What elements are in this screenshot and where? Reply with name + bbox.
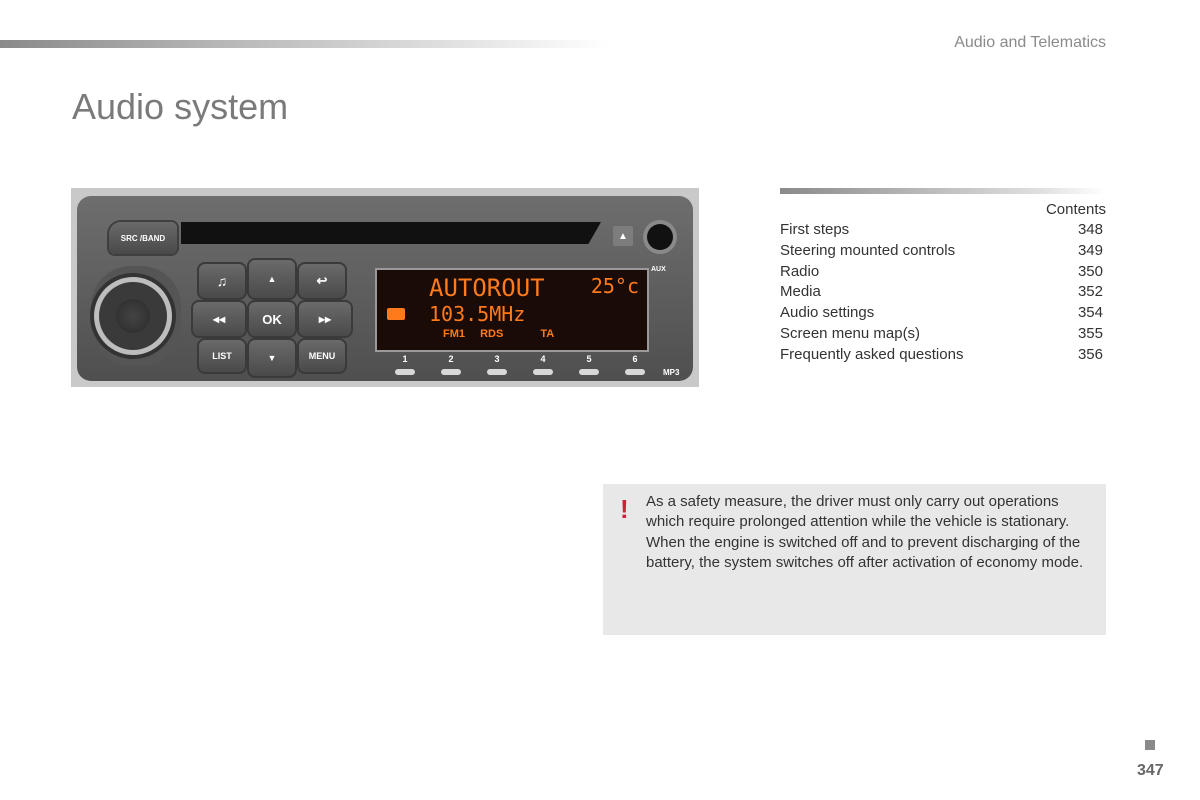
display-indicators: FM1 RDS TA xyxy=(443,328,566,340)
ok-label: OK xyxy=(262,311,282,327)
contents-item-label: First steps xyxy=(780,221,850,238)
preset-6: 6 xyxy=(612,354,658,375)
mp3-label: MP3 xyxy=(663,368,680,377)
contents-item-page: 355 xyxy=(1077,324,1103,342)
contents-item-label: Radio xyxy=(780,262,820,280)
cd-slot xyxy=(181,222,601,244)
preset-key xyxy=(533,369,553,375)
preset-1: 1 xyxy=(382,354,428,375)
contents-item-page: 349 xyxy=(1077,241,1103,259)
rewind-icon: ◀◀ xyxy=(212,314,226,324)
contents-item-page: 348 xyxy=(1077,221,1103,238)
indicator-ta: TA xyxy=(540,328,555,340)
page-number: 347 xyxy=(1137,762,1164,779)
contents-list: First steps 348 Steering mounted controls… xyxy=(780,220,1103,366)
aux-label: AUX xyxy=(651,266,666,273)
contents-item[interactable]: Steering mounted controls 349 xyxy=(780,241,1103,262)
contents-item-label: Frequently asked questions xyxy=(780,345,964,363)
forward-icon: ▶▶ xyxy=(318,314,332,324)
preset-key xyxy=(487,369,507,375)
up-button: ▲ xyxy=(247,258,297,300)
arrow-down-icon: ▼ xyxy=(267,353,277,363)
indicator-rds: RDS xyxy=(480,328,504,340)
menu-label: MENU xyxy=(308,351,336,361)
contents-item-label: Media xyxy=(780,283,821,301)
header-gradient-bar xyxy=(0,40,610,48)
preset-3: 3 xyxy=(474,354,520,375)
contents-gradient-bar xyxy=(780,188,1106,194)
contents-item-page: 354 xyxy=(1077,304,1103,322)
contents-item-label: Audio settings xyxy=(780,304,875,322)
preset-key xyxy=(579,369,599,375)
preset-number: 5 xyxy=(586,354,592,364)
contents-item[interactable]: Screen menu map(s) 355 xyxy=(780,324,1103,345)
radio-icon xyxy=(387,308,405,320)
preset-5: 5 xyxy=(566,354,612,375)
safety-warning-box: ! As a safety measure, the driver must o… xyxy=(603,484,1106,635)
warning-text: As a safety measure, the driver must onl… xyxy=(646,493,1084,571)
display-temperature: 25°c xyxy=(590,274,639,298)
warning-exclamation-icon: ! xyxy=(620,494,629,524)
src-band-button: SRC /BAND xyxy=(109,222,177,254)
music-note-icon: ♫ xyxy=(216,273,228,289)
contents-item[interactable]: First steps 348 xyxy=(780,220,1103,241)
preset-key xyxy=(625,369,645,375)
preset-number: 3 xyxy=(494,354,500,364)
radio-faceplate: SRC /BAND ▲ AUX ♫ ▲ ↩ ◀◀ OK ▶▶ LIST ▼ ME… xyxy=(77,196,693,381)
preset-number: 6 xyxy=(632,354,638,364)
forward-button: ▶▶ xyxy=(297,300,353,338)
preset-number: 1 xyxy=(402,354,408,364)
contents-item-label: Screen menu map(s) xyxy=(780,324,921,342)
list-button: LIST xyxy=(197,338,247,374)
rewind-button: ◀◀ xyxy=(191,300,247,338)
page-marker xyxy=(1145,740,1155,750)
music-button: ♫ xyxy=(197,262,247,300)
preset-buttons: 1 2 3 4 5 6 xyxy=(382,354,658,375)
preset-2: 2 xyxy=(428,354,474,375)
section-title: Audio and Telematics xyxy=(954,34,1106,51)
ok-button: OK xyxy=(247,300,297,338)
contents-item[interactable]: Radio 350 xyxy=(780,262,1103,283)
contents-item-page: 350 xyxy=(1077,262,1103,280)
preset-key xyxy=(441,369,461,375)
back-icon: ↩ xyxy=(316,273,328,288)
contents-item-page: 356 xyxy=(1077,345,1103,363)
arrow-up-icon: ▲ xyxy=(267,274,277,284)
preset-number: 4 xyxy=(540,354,546,364)
contents-item[interactable]: Media 352 xyxy=(780,282,1103,303)
radio-display: AUTOROUT 25°c 103.5MHz FM1 RDS TA xyxy=(375,268,649,352)
menu-button: MENU xyxy=(297,338,347,374)
eject-icon: ▲ xyxy=(613,226,633,246)
preset-4: 4 xyxy=(520,354,566,375)
contents-item-page: 352 xyxy=(1077,283,1103,301)
back-button: ↩ xyxy=(297,262,347,300)
contents-heading: Contents xyxy=(1045,201,1106,218)
radio-illustration: SRC /BAND ▲ AUX ♫ ▲ ↩ ◀◀ OK ▶▶ LIST ▼ ME… xyxy=(71,188,699,387)
indicator-fm1: FM1 xyxy=(443,328,465,340)
down-button: ▼ xyxy=(247,338,297,378)
display-frequency: 103.5MHz xyxy=(429,302,526,326)
preset-number: 2 xyxy=(448,354,454,364)
list-label: LIST xyxy=(212,351,232,361)
aux-jack xyxy=(647,224,673,250)
page-title: Audio system xyxy=(72,86,289,127)
contents-item[interactable]: Frequently asked questions 356 xyxy=(780,345,1103,366)
volume-knob-center xyxy=(116,299,150,333)
preset-key xyxy=(395,369,415,375)
display-station-name: AUTOROUT xyxy=(429,274,545,302)
contents-item-label: Steering mounted controls xyxy=(780,241,956,259)
contents-item[interactable]: Audio settings 354 xyxy=(780,303,1103,324)
